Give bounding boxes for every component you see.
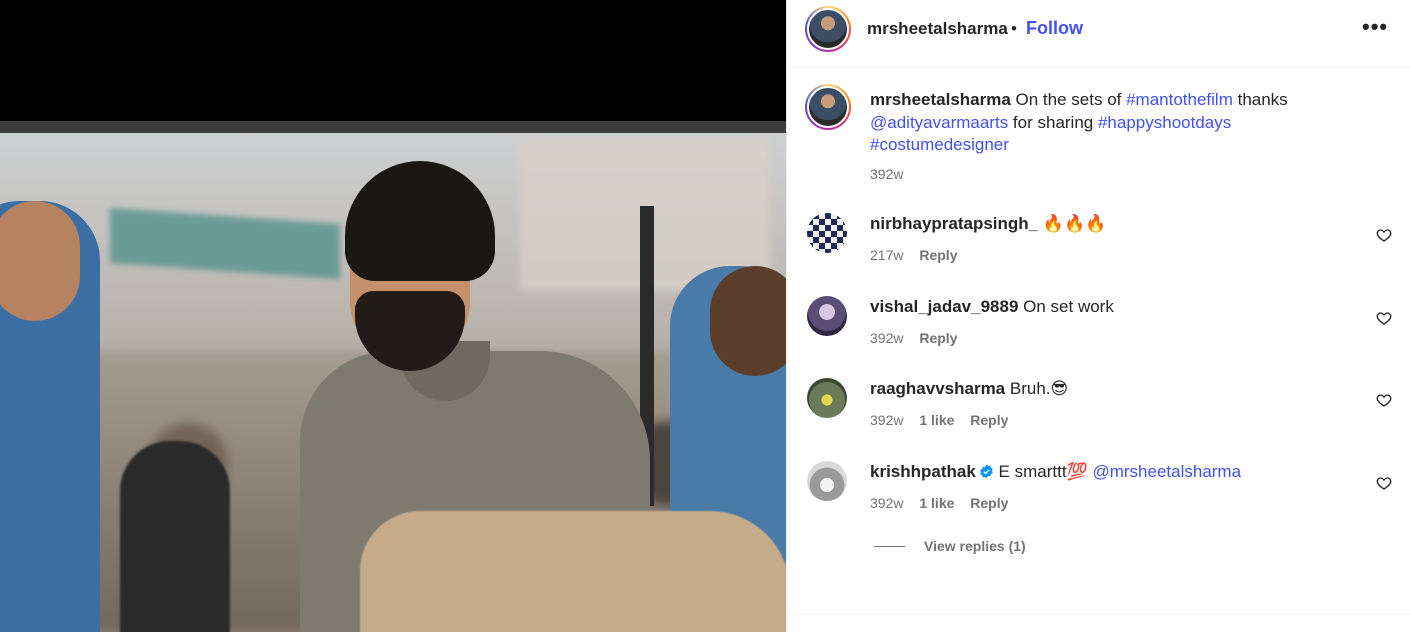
comment-timestamp[interactable]: 392w <box>870 412 903 428</box>
commenter-username[interactable]: raaghavvsharma <box>870 379 1005 398</box>
view-replies-button[interactable]: View replies (1) <box>874 538 1026 554</box>
reply-button[interactable]: Reply <box>970 412 1008 428</box>
verified-badge-icon <box>980 464 993 479</box>
caption-timestamp[interactable]: 392w <box>870 166 903 182</box>
comment-likes-count[interactable]: 1 like <box>919 412 954 428</box>
reply-button[interactable]: Reply <box>919 330 957 346</box>
like-heart-icon[interactable] <box>1376 310 1392 326</box>
replies-divider <box>874 545 905 547</box>
commenter-avatar[interactable] <box>807 213 847 253</box>
commenter-username[interactable]: nirbhaypratapsingh_ <box>870 214 1038 233</box>
more-options-icon[interactable]: ••• <box>1362 14 1388 40</box>
comment-item: krishhpathak E smarttt💯 @mrsheetalsharma… <box>787 461 1410 531</box>
follow-button[interactable]: Follow <box>1026 18 1083 39</box>
comment-text: Bruh.😎 <box>1009 379 1069 398</box>
commenter-avatar[interactable] <box>807 296 847 336</box>
caption-text: mrsheetalsharma On the sets of #mantothe… <box>870 90 1288 154</box>
commenter-avatar[interactable] <box>807 378 847 418</box>
comment-timestamp[interactable]: 392w <box>870 495 903 511</box>
commenter-username[interactable]: vishal_jadav_9889 <box>870 297 1018 316</box>
hashtag-link[interactable]: #mantothefilm <box>1126 90 1233 109</box>
reply-button[interactable]: Reply <box>919 247 957 263</box>
instagram-post-page: mrsheetalsharma • Follow ••• mrsheetalsh… <box>0 0 1410 632</box>
comment-item: raaghavvsharma Bruh.😎 392w 1 like Reply <box>787 378 1410 448</box>
like-heart-icon[interactable] <box>1376 227 1392 243</box>
separator-dot: • <box>1011 19 1017 38</box>
commenter-avatar[interactable] <box>807 461 847 501</box>
mention-link[interactable]: @adityavarmaarts <box>870 113 1008 132</box>
post-photo[interactable] <box>0 121 786 632</box>
reply-button[interactable]: Reply <box>970 495 1008 511</box>
mention-link[interactable]: @mrsheetalsharma <box>1092 462 1241 481</box>
comment-text: On set work <box>1023 297 1114 316</box>
post-header: mrsheetalsharma • Follow ••• <box>787 0 1410 68</box>
commenter-username[interactable]: krishhpathak <box>870 462 976 481</box>
panel-divider <box>787 614 1410 615</box>
caption-avatar[interactable] <box>805 84 851 130</box>
comment-item: nirbhaypratapsingh_ 🔥🔥🔥 217w Reply <box>787 213 1410 283</box>
caption-username[interactable]: mrsheetalsharma <box>870 90 1011 109</box>
comment-item: vishal_jadav_9889 On set work 392w Reply <box>787 296 1410 366</box>
comment-text: 🔥🔥🔥 <box>1042 214 1107 233</box>
like-heart-icon[interactable] <box>1376 475 1392 491</box>
comment-timestamp[interactable]: 217w <box>870 247 903 263</box>
comment-timestamp[interactable]: 392w <box>870 330 903 346</box>
comment-text: E smarttt💯 <box>998 462 1088 481</box>
author-username[interactable]: mrsheetalsharma <box>867 19 1008 39</box>
post-details-panel: mrsheetalsharma • Follow ••• mrsheetalsh… <box>786 0 1410 632</box>
author-avatar[interactable] <box>805 6 851 52</box>
hashtag-link[interactable]: #costumedesigner <box>870 135 1009 154</box>
hashtag-link[interactable]: #happyshootdays <box>1098 113 1231 132</box>
comment-likes-count[interactable]: 1 like <box>919 495 954 511</box>
like-heart-icon[interactable] <box>1376 392 1392 408</box>
post-media[interactable] <box>0 0 786 632</box>
